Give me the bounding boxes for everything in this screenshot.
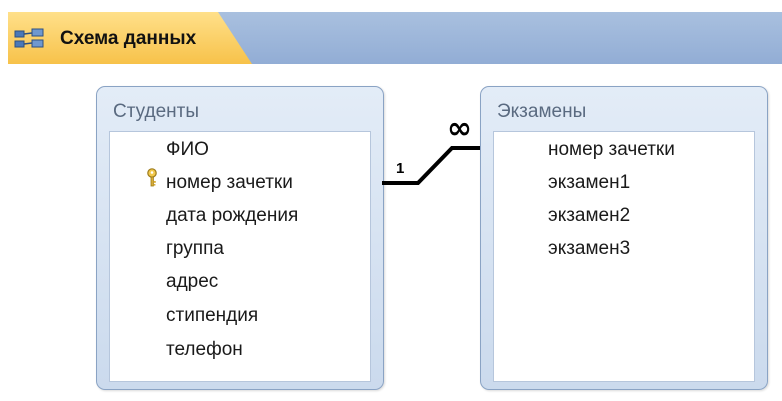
relationship-line[interactable]	[0, 0, 782, 401]
relationship-many-label: ∞	[447, 111, 472, 146]
relationship-one-label: 1	[396, 160, 405, 177]
